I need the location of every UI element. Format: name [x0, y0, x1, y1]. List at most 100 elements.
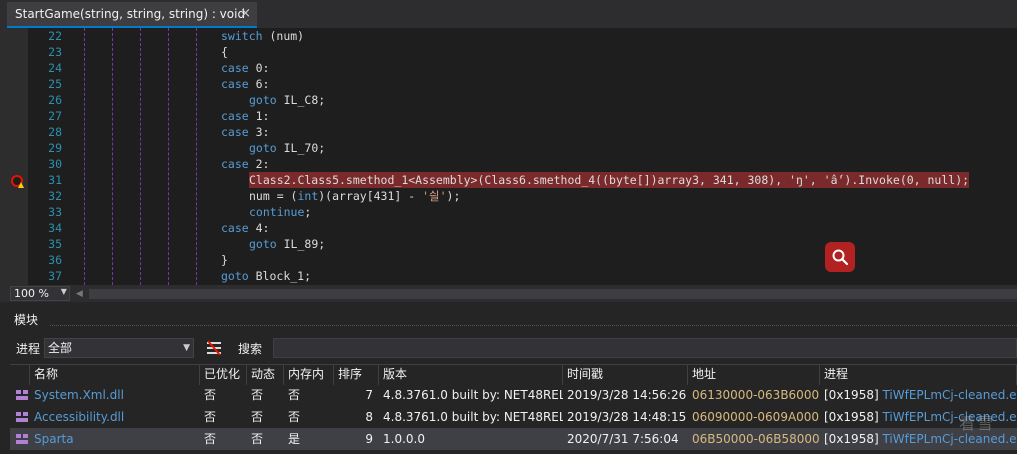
code-text: num = (int)(array[431] - '싈'); [249, 188, 460, 204]
code-token: 6: [248, 77, 270, 91]
code-token: Block_1; [248, 269, 312, 283]
process-id: [0x1958] [824, 410, 879, 424]
module-dynamic: 否 [251, 388, 264, 402]
line-number: 29 [48, 141, 62, 155]
filter-list-icon[interactable] [206, 340, 222, 356]
module-name[interactable]: Sparta [30, 428, 200, 450]
module-dynamic: 否 [251, 410, 264, 424]
modules-toolbar: 进程 全部 ▼ 搜索 [0, 336, 1017, 360]
code-text: case 6: [221, 76, 269, 92]
code-text: case 1: [221, 108, 269, 124]
code-line[interactable]: 31 Class2.Class5.smethod_1<Assembly>(Clas… [0, 172, 1017, 188]
code-token: 2: [248, 157, 270, 171]
code-text: goto IL_89; [249, 236, 325, 252]
column-header-optimized[interactable]: 已优化 [200, 365, 247, 385]
code-line[interactable]: 34 case 4: [0, 220, 1017, 236]
zoom-select[interactable]: 100 % ▼ [10, 286, 70, 301]
process-name[interactable]: TiWfEPLmCj-cleaned.eeee [882, 410, 1017, 424]
code-token: IL_89; [276, 237, 326, 251]
code-line[interactable]: 27 case 1: [0, 108, 1017, 124]
code-line[interactable]: 36} [0, 252, 1017, 268]
code-line[interactable]: 22 switch (num) [0, 28, 1017, 44]
module-address: 06090000-0609A000 [692, 410, 820, 424]
module-optimized: 否 [204, 432, 217, 446]
code-token: (num) [262, 29, 305, 43]
code-line[interactable]: 29 goto IL_70; [0, 140, 1017, 156]
line-number: 23 [48, 45, 62, 59]
module-cell-icon [10, 406, 30, 428]
column-header-name[interactable]: 名称 [30, 365, 200, 385]
horizontal-scrollbar[interactable] [88, 288, 1017, 299]
code-line[interactable]: 32 num = (int)(array[431] - '싈'); [0, 188, 1017, 204]
keyword-token: int [297, 189, 319, 203]
process-name[interactable]: TiWfEPLmCj-cleaned.eeee [882, 388, 1017, 402]
code-text: } [221, 252, 228, 268]
keyword-token: goto [221, 269, 249, 283]
search-label: 搜索 [238, 342, 263, 356]
table-row[interactable]: Accessibility.dll 否 否 否 8 4.8.3761.0 built by… [10, 406, 1017, 428]
code-line[interactable]: 37 goto Block_1; [0, 268, 1017, 284]
modules-table-body: System.Xml.dll 否否否 7 4.8.3761.0 built by: N… [10, 384, 1017, 450]
chevron-down-icon: ▼ [183, 343, 190, 353]
module-version: 1.0.0.0 [383, 432, 425, 446]
keyword-token: case [221, 61, 249, 75]
panel-header-rule [50, 325, 1017, 326]
search-icon [832, 249, 849, 266]
code-token: Class2.Class5.smethod_1<Assembly>(Class6… [249, 173, 970, 187]
code-line[interactable]: 30 case 2: [0, 156, 1017, 172]
close-icon[interactable]: × [240, 6, 251, 21]
search-input[interactable] [273, 338, 1017, 358]
code-line[interactable]: 23 { [0, 44, 1017, 60]
line-number: 32 [48, 189, 62, 203]
code-line[interactable]: 25 case 6: [0, 76, 1017, 92]
code-line[interactable]: 35 goto IL_89; [0, 236, 1017, 252]
line-number: 30 [48, 157, 62, 171]
column-header-version[interactable]: 版本 [379, 365, 563, 385]
module-timestamp: 2019/3/28 14:48:15 [567, 410, 687, 424]
code-token: ); [446, 189, 461, 203]
column-header-timestamp[interactable]: 时间戳 [563, 365, 688, 385]
column-header-order[interactable]: 排序 [334, 365, 379, 385]
breakpoint-warning-icon[interactable] [11, 175, 24, 188]
process-select[interactable]: 全部 ▼ [44, 338, 194, 358]
table-row[interactable]: Sparta 否 否 是 9 1.0.0.0 2020/7/31 7:56:04 06B500… [10, 428, 1017, 450]
code-token: 3: [248, 125, 270, 139]
watermark: 看雪 [958, 414, 995, 433]
code-token: IL_70; [276, 141, 326, 155]
line-number: 35 [48, 237, 62, 251]
column-header-process[interactable]: 进程 [820, 365, 1017, 385]
code-token: ; [304, 205, 312, 219]
module-name[interactable]: Accessibility.dll [30, 406, 200, 428]
code-editor[interactable]: 22 switch (num) 23 {24 case 0: 25 case 6: 26 got… [0, 28, 1017, 285]
keyword-token: case [221, 125, 249, 139]
process-label: 进程 [16, 342, 41, 356]
module-timestamp: 2019/3/28 14:56:26 [567, 388, 687, 402]
module-address: 06B50000-06B58000 [692, 432, 820, 446]
tab-startgame[interactable]: StartGame(string, string, string) : void… [7, 2, 257, 28]
table-row[interactable]: System.Xml.dll 否 否 否 7 4.8.3761.0 built by: N… [10, 384, 1017, 406]
code-line[interactable]: 28 case 3: [0, 124, 1017, 140]
panel-header: 模块 [0, 308, 1017, 330]
floating-search-button[interactable] [825, 242, 855, 272]
column-header-dynamic[interactable]: 动态 [247, 365, 284, 385]
editor-status-bar: 100 % ▼ ◀ [0, 285, 1017, 302]
code-line[interactable]: 33 continue; [0, 204, 1017, 220]
module-address: 06130000-063B6000 [692, 388, 820, 402]
column-header-in-memory[interactable]: 内存内 [284, 365, 334, 385]
module-name[interactable]: System.Xml.dll [30, 384, 200, 406]
column-header-address[interactable]: 地址 [688, 365, 820, 385]
module-version: 4.8.3761.0 built by: NET48REL1 [383, 410, 563, 424]
line-number: 31 [48, 173, 62, 187]
process-id: [0x1958] [824, 432, 879, 446]
code-text: case 2: [221, 156, 269, 172]
process-name[interactable]: TiWfEPLmCj-cleaned.eeee [882, 432, 1017, 446]
scroll-left-icon[interactable]: ◀ [76, 289, 83, 299]
highlighted-code-text: Class2.Class5.smethod_1<Assembly>(Class6… [249, 172, 970, 188]
keyword-token: switch [221, 29, 263, 43]
code-token: { [221, 45, 228, 59]
line-number: 34 [48, 221, 62, 235]
code-line[interactable]: 24 case 0: [0, 60, 1017, 76]
code-text: continue; [249, 204, 311, 220]
code-line[interactable]: 26 goto IL_C8; [0, 92, 1017, 108]
keyword-token: case [221, 109, 249, 123]
